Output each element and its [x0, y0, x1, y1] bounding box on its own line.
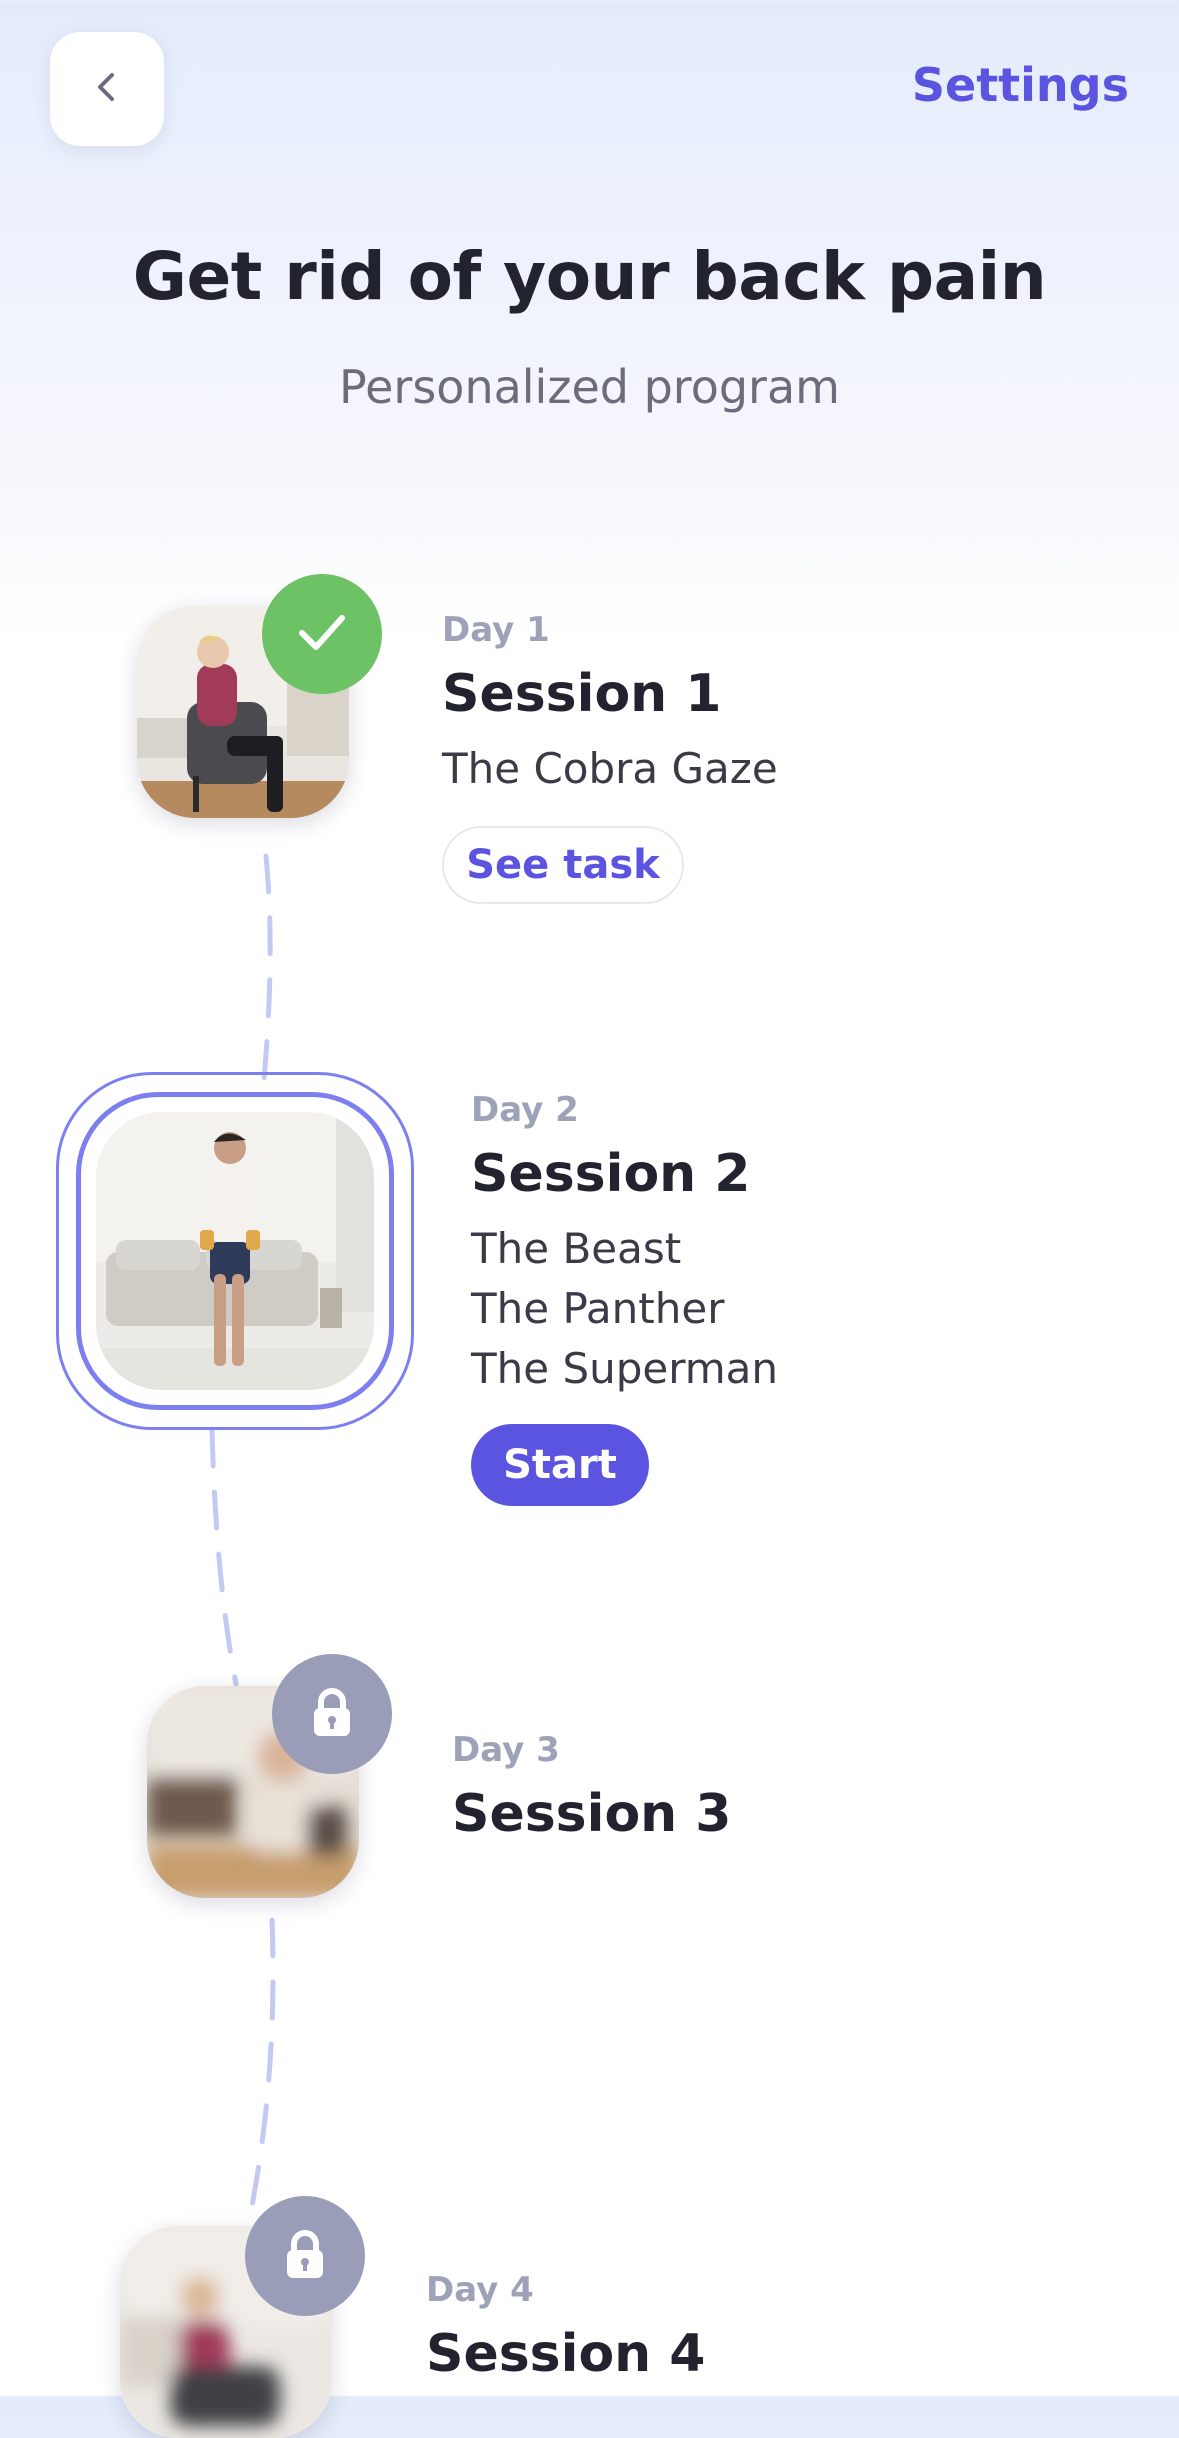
see-task-button[interactable]: See task [442, 826, 684, 904]
session-4-locked-badge [245, 2196, 365, 2316]
session-4-title: Session 4 [426, 2324, 706, 2384]
lock-icon [277, 2226, 333, 2286]
session-2-task-3: The Superman [471, 1344, 779, 1393]
lock-icon [304, 1684, 360, 1744]
session-2-day: Day 2 [471, 1090, 579, 1130]
start-button[interactable]: Start [471, 1424, 649, 1506]
session-4-day: Day 4 [426, 2270, 534, 2310]
session-3-day: Day 3 [452, 1730, 560, 1770]
session-2-task-1: The Beast [471, 1224, 682, 1273]
session-2-title: Session 2 [471, 1144, 751, 1204]
session-3-locked-badge [272, 1654, 392, 1774]
session-1-title: Session 1 [442, 664, 722, 724]
session-1-day: Day 1 [442, 610, 550, 650]
session-1-task: The Cobra Gaze [442, 744, 778, 793]
session-1-completed-badge [262, 574, 382, 694]
session-3-title: Session 3 [452, 1784, 732, 1844]
session-2-task-2: The Panther [471, 1284, 725, 1333]
checkmark-icon [292, 602, 352, 666]
session-2-thumbnail[interactable] [96, 1112, 374, 1390]
